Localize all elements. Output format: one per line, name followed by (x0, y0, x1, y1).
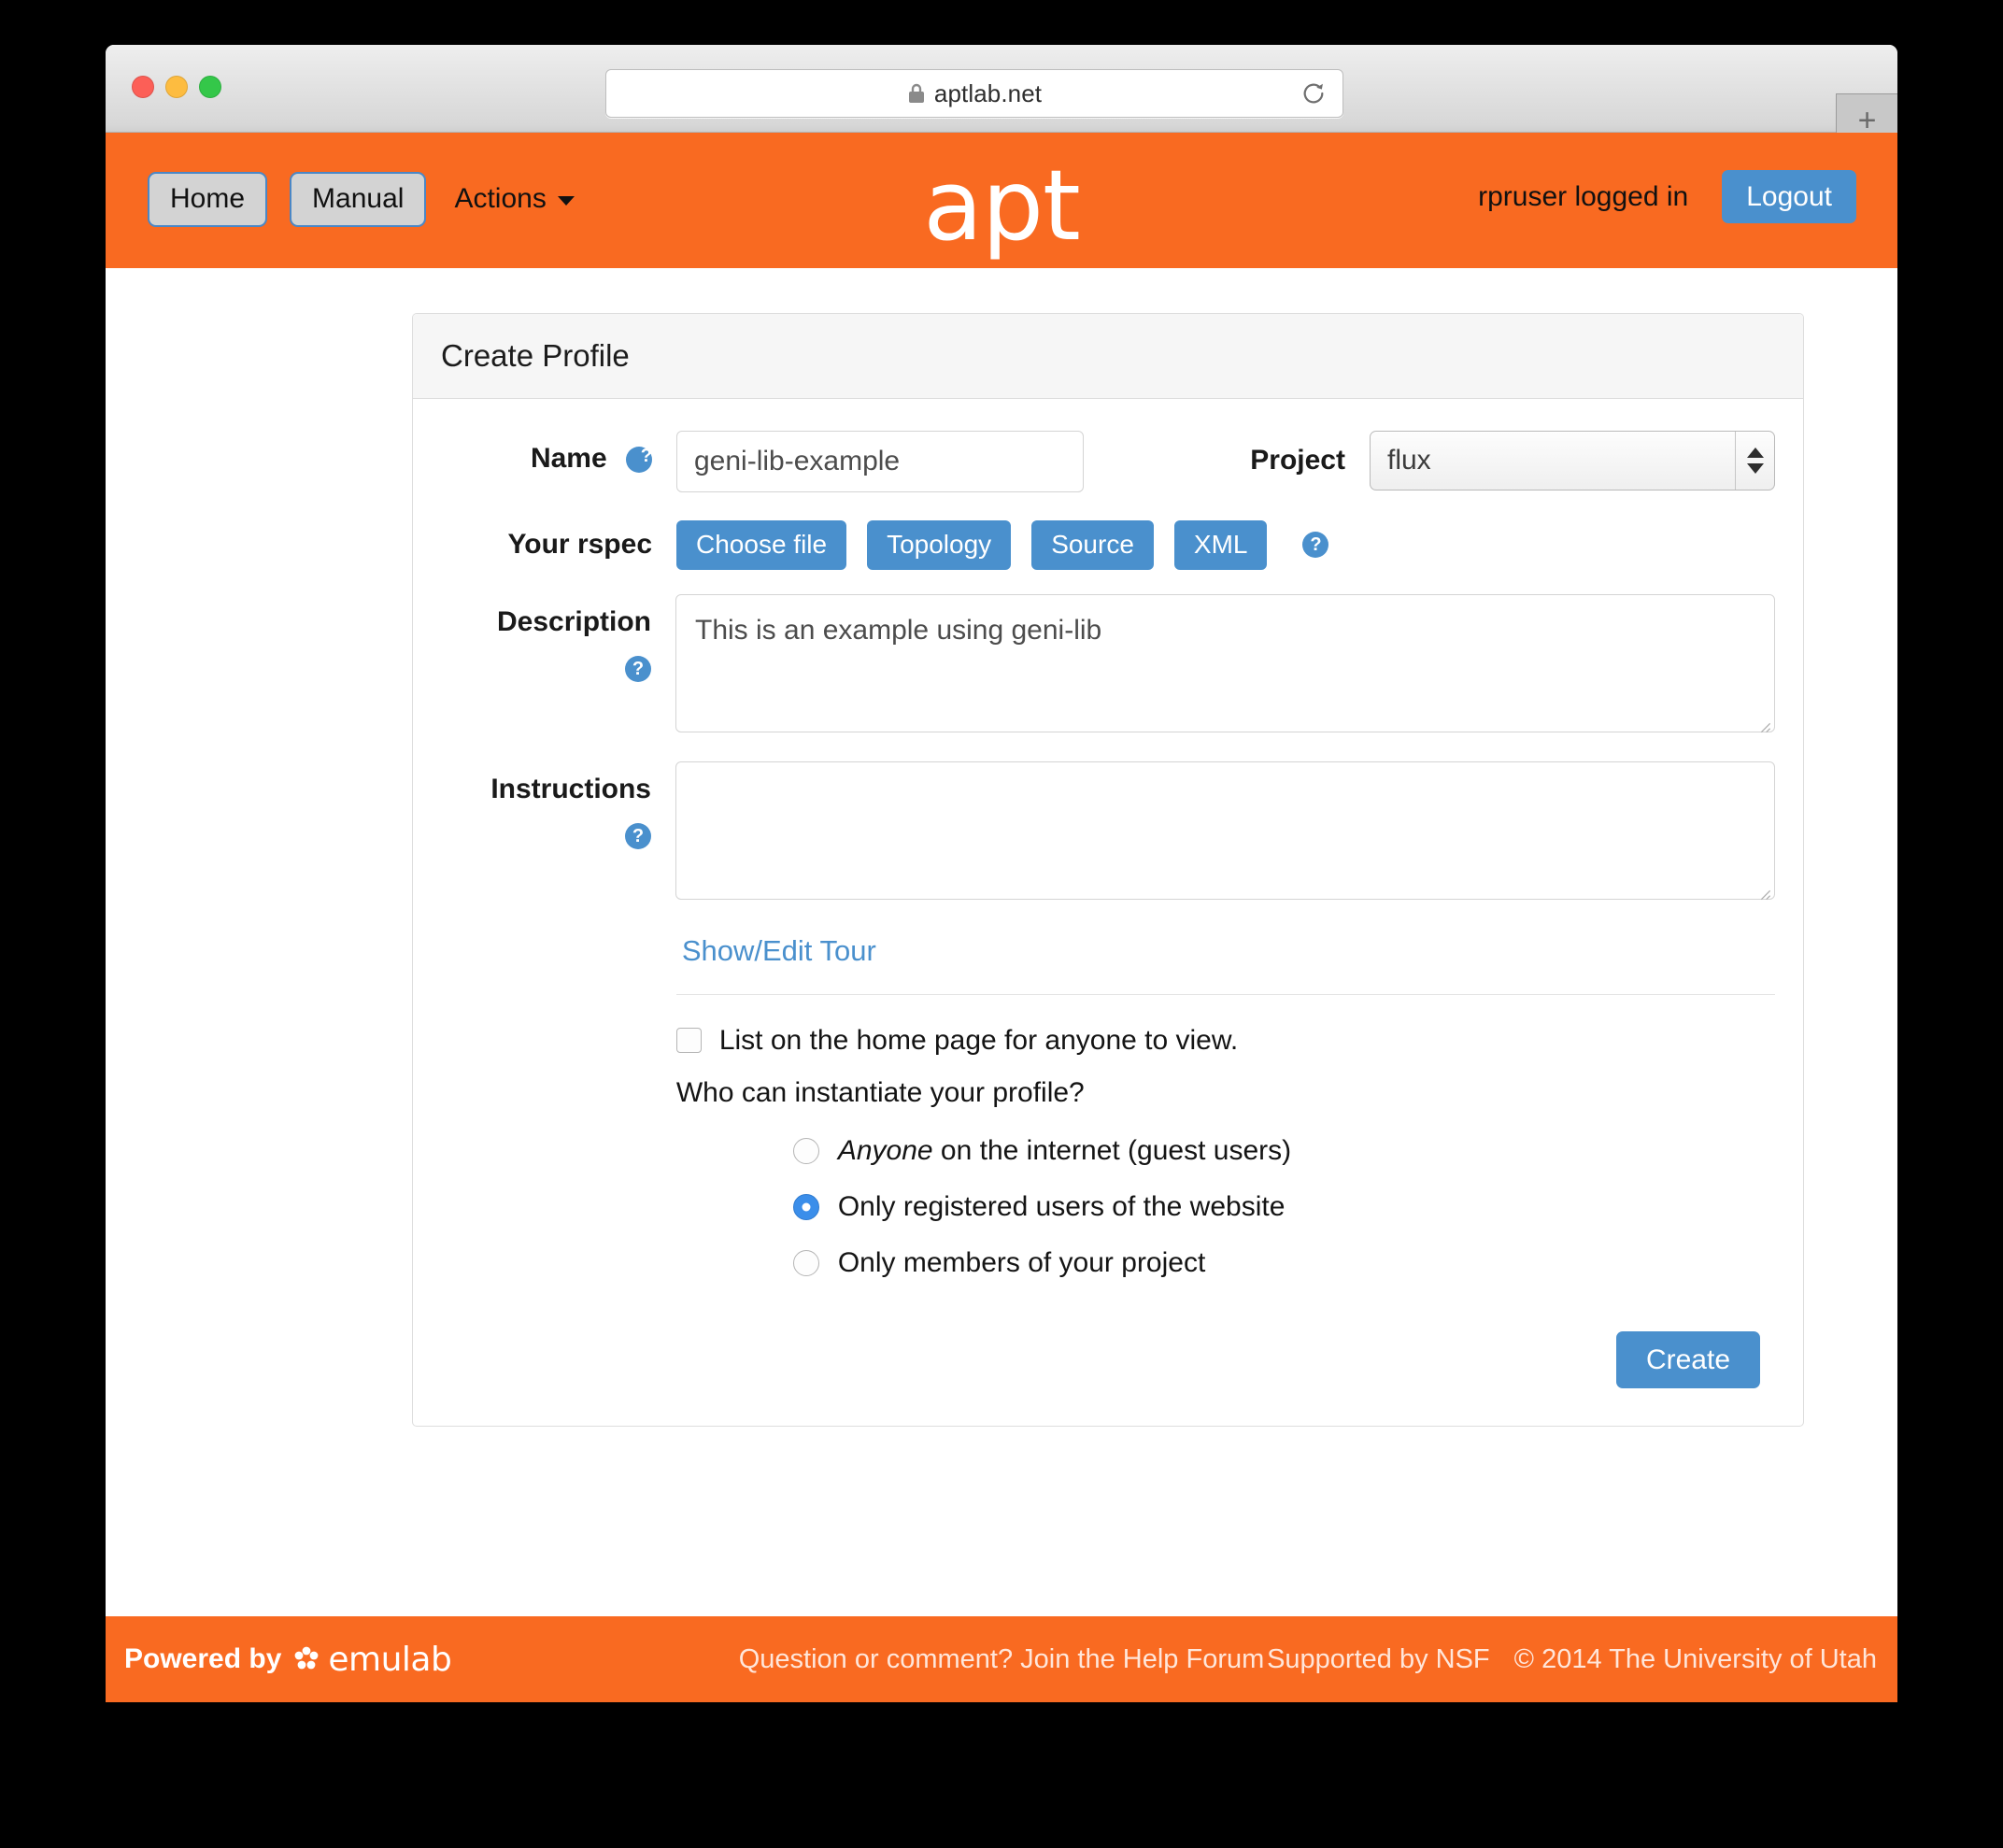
address-bar-text: aptlab.net (907, 79, 1042, 108)
who-can-instantiate-label: Who can instantiate your profile? (675, 1076, 1085, 1108)
reload-icon[interactable] (1300, 79, 1328, 107)
instructions-label: Instructions (490, 773, 651, 804)
options-spacer (441, 995, 676, 1388)
name-help-icon[interactable]: ? (626, 447, 652, 474)
main-content: Create Profile Name ? Project flux (106, 268, 1897, 1604)
radio-registered-users[interactable] (792, 1193, 819, 1220)
instructions-label-group: Instructions ? (441, 761, 675, 851)
close-window-button[interactable] (132, 76, 154, 98)
radio-project-members-label: Only members of your project (837, 1246, 1206, 1278)
radio-anyone-rest: on the internet (guest users) (932, 1134, 1292, 1166)
profile-name-input[interactable] (676, 431, 1084, 492)
description-textarea-wrap (675, 593, 1775, 737)
radio-row-registered: Only registered users of the website (792, 1190, 1775, 1223)
help-forum-label: Question or comment? Join the Help Forum (738, 1643, 1265, 1674)
rspec-label: Your rspec (507, 529, 653, 560)
instructions-help-icon[interactable]: ? (625, 823, 651, 850)
list-on-home-row: List on the home page for anyone to view… (675, 1024, 1775, 1057)
list-on-home-label: List on the home page for anyone to view… (718, 1024, 1239, 1056)
list-on-home-checkbox[interactable] (675, 1028, 702, 1054)
radio-project-members[interactable] (792, 1249, 819, 1276)
instantiate-radio-group: Anyone on the internet (guest users) Onl… (676, 1135, 1775, 1279)
radio-row-anyone: Anyone on the internet (guest users) (792, 1135, 1775, 1167)
xml-button[interactable]: XML (1173, 520, 1268, 570)
form-row-options: List on the home page for anyone to view… (441, 995, 1775, 1388)
create-button[interactable]: Create (1615, 1330, 1760, 1388)
radio-row-project-members: Only members of your project (792, 1246, 1775, 1279)
options-block: List on the home page for anyone to view… (675, 995, 1775, 1388)
address-bar[interactable]: aptlab.net (605, 69, 1343, 118)
new-tab-label: + (1857, 102, 1877, 138)
project-field-group: Project flux (1250, 431, 1775, 490)
form-row-tour: Show/Edit Tour (441, 929, 1775, 995)
source-button[interactable]: Source (1031, 520, 1154, 570)
radio-registered-label: Only registered users of the website (837, 1190, 1286, 1222)
name-label: Name (530, 443, 607, 474)
create-button-row: Create (676, 1303, 1775, 1388)
url-label: aptlab.net (933, 78, 1043, 107)
lock-icon (907, 82, 926, 105)
footer-nsf-label: Supported by NSF (1267, 1643, 1490, 1674)
browser-window: aptlab.net + Home Manual Actions apt rpr… (106, 45, 1897, 1702)
footer-right-group: Supported by NSF © 2014 The University o… (1267, 1644, 1877, 1675)
radio-anyone[interactable] (792, 1137, 819, 1164)
radio-anyone-emphasis: Anyone (837, 1134, 933, 1166)
site-footer: Powered by emulab Question or comment? J… (106, 1616, 1897, 1702)
show-edit-tour-link[interactable]: Show/Edit Tour (682, 934, 876, 967)
logout-button[interactable]: Logout (1722, 170, 1856, 223)
navbar-right-group: rpruser logged in Logout (1478, 170, 1856, 223)
tour-spacer (441, 929, 676, 995)
project-select-stepper[interactable] (1735, 432, 1774, 490)
apt-logo-text: apt (923, 149, 1081, 263)
chevron-down-icon (1746, 463, 1764, 474)
footer-copyright: © 2014 The University of Utah (1513, 1643, 1877, 1674)
radio-anyone-label: Anyone on the internet (guest users) (838, 1135, 1291, 1167)
topology-button[interactable]: Topology (867, 520, 1012, 570)
name-label-group: Name ? (441, 431, 676, 476)
logged-in-status: rpruser logged in (1478, 180, 1689, 212)
form-row-rspec: Your rspec Choose file Topology Source X… (441, 517, 1775, 570)
rspec-button-group: Choose file Topology Source XML ? (676, 517, 1329, 570)
project-select[interactable]: flux (1370, 431, 1775, 490)
chevron-up-icon (1746, 448, 1764, 458)
instructions-textarea-wrap (675, 761, 1775, 904)
form-row-instructions: Instructions ? (441, 761, 1775, 904)
instructions-textarea[interactable] (675, 761, 1775, 900)
page-content: Home Manual Actions apt rpruser logged i… (106, 133, 1897, 1702)
rspec-help-icon[interactable]: ? (1302, 532, 1329, 559)
minimize-window-button[interactable] (165, 76, 188, 98)
window-controls (132, 76, 221, 98)
maximize-window-button[interactable] (199, 76, 221, 98)
description-label-group: Description ? (441, 594, 675, 684)
project-select-value: flux (1387, 445, 1431, 476)
choose-file-button[interactable]: Choose file (676, 520, 847, 570)
tour-block: Show/Edit Tour (675, 929, 1775, 995)
description-help-icon[interactable]: ? (625, 656, 651, 683)
form-row-description: Description ? (441, 593, 1775, 737)
create-profile-panel: Create Profile Name ? Project flux (412, 313, 1804, 1427)
description-textarea[interactable] (675, 593, 1775, 732)
page-title: Create Profile (413, 314, 1803, 399)
form-row-name: Name ? Project flux (441, 431, 1775, 492)
browser-titlebar: aptlab.net + (106, 45, 1897, 146)
project-label: Project (1250, 445, 1345, 476)
create-profile-form: Name ? Project flux (413, 399, 1803, 1426)
description-label: Description (496, 605, 651, 637)
site-navbar: Home Manual Actions apt rpruser logged i… (106, 133, 1897, 268)
